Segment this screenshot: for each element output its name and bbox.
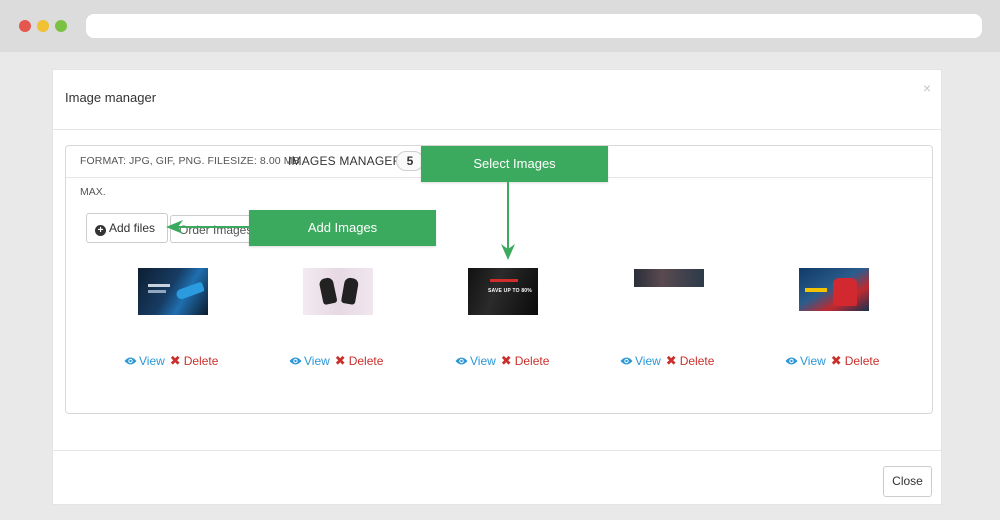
- image-thumbnail[interactable]: SAVE UP TO 80%: [468, 268, 538, 315]
- delete-link[interactable]: Delete: [515, 354, 550, 368]
- times-icon: ✖: [169, 353, 181, 368]
- eye-icon: [785, 357, 798, 365]
- delete-link[interactable]: Delete: [845, 354, 880, 368]
- times-icon: ✖: [500, 353, 512, 368]
- view-label: View: [800, 354, 826, 368]
- images-panel: FORMAT: JPG, GIF, PNG. FILESIZE: 8.00 MB…: [65, 145, 933, 414]
- eye-icon: [124, 357, 137, 365]
- times-icon: ✖: [334, 353, 346, 368]
- modal-title: Image manager: [65, 90, 157, 105]
- image-thumbnail[interactable]: [138, 268, 208, 315]
- plus-circle-icon: +: [95, 225, 106, 236]
- window-close-dot[interactable]: [19, 20, 31, 32]
- glove-graphic: [318, 276, 338, 306]
- modal-footer: Close: [53, 450, 941, 505]
- delete-link[interactable]: Delete: [680, 354, 715, 368]
- thumbnail-yellow-bar: [805, 288, 827, 292]
- eye-icon: [455, 357, 468, 365]
- view-label: View: [470, 354, 496, 368]
- close-icon[interactable]: ×: [923, 81, 931, 95]
- image-actions: View ✖ Delete: [289, 353, 383, 369]
- eye-icon: [289, 357, 302, 365]
- address-bar[interactable]: [86, 14, 982, 38]
- order-images-button[interactable]: Order Images: [170, 215, 256, 243]
- window-maximize-dot[interactable]: [55, 20, 67, 32]
- modal-header: Image manager ×: [53, 70, 941, 130]
- delete-link[interactable]: Delete: [349, 354, 384, 368]
- image-thumbnail[interactable]: [799, 268, 869, 311]
- view-label: View: [304, 354, 330, 368]
- shirt-graphic: [833, 278, 857, 306]
- image-actions: View ✖ Delete: [455, 353, 549, 369]
- image-manager-modal: Image manager × FORMAT: JPG, GIF, PNG. F…: [52, 69, 942, 505]
- eye-icon: [620, 357, 633, 365]
- delete-link[interactable]: Delete: [184, 354, 219, 368]
- view-link[interactable]: View: [455, 354, 496, 368]
- view-label: View: [139, 354, 165, 368]
- view-link[interactable]: View: [289, 354, 330, 368]
- image-thumbnail[interactable]: [634, 269, 704, 287]
- image-actions: View ✖ Delete: [124, 353, 218, 369]
- thumbnail-red-bar: [490, 279, 518, 282]
- format-info: FORMAT: JPG, GIF, PNG. FILESIZE: 8.00 MB: [80, 155, 300, 167]
- add-images-callout: Add Images: [249, 210, 436, 246]
- order-images-label: Order Images: [179, 223, 253, 237]
- view-label: View: [635, 354, 661, 368]
- boot-graphic: [175, 281, 205, 301]
- images-manager-label: IMAGES MANAGER: [288, 154, 402, 168]
- browser-bar: [0, 0, 1000, 52]
- view-link[interactable]: View: [620, 354, 661, 368]
- image-actions: View ✖ Delete: [620, 353, 714, 369]
- times-icon: ✖: [830, 353, 842, 368]
- add-files-label: Add files: [109, 221, 156, 235]
- close-button[interactable]: Close: [883, 466, 932, 497]
- thumbnail-promo-text: SAVE UP TO 80%: [488, 288, 532, 294]
- view-link[interactable]: View: [785, 354, 826, 368]
- times-icon: ✖: [665, 353, 677, 368]
- add-files-button[interactable]: + Add files: [86, 213, 168, 243]
- thumbnail-text-decoration: [148, 290, 166, 293]
- image-thumbnail[interactable]: [303, 268, 373, 315]
- view-link[interactable]: View: [124, 354, 165, 368]
- image-actions: View ✖ Delete: [785, 353, 879, 369]
- glove-graphic: [340, 276, 360, 306]
- max-info: MAX.: [80, 186, 106, 198]
- select-images-callout: Select Images: [421, 146, 608, 182]
- image-count-badge: 5: [396, 151, 424, 171]
- window-minimize-dot[interactable]: [37, 20, 49, 32]
- thumbnail-text-decoration: [148, 284, 170, 287]
